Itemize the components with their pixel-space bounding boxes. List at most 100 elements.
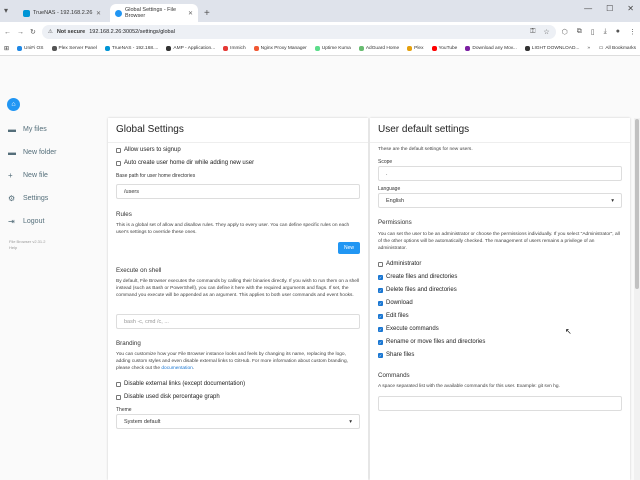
folder-icon: ▬: [8, 125, 16, 134]
help-link[interactable]: Help: [0, 245, 100, 251]
scope-input[interactable]: .: [378, 166, 622, 181]
checkbox-checked-icon[interactable]: ✓: [378, 339, 383, 345]
checkbox-checked-icon[interactable]: ✓: [378, 287, 383, 293]
menu-kebab-icon[interactable]: ⋮: [629, 28, 636, 36]
disable-disk-graph-checkbox[interactable]: Disable used disk percentage graph: [116, 392, 220, 402]
sidebar-item-settings[interactable]: ⚙ Settings: [0, 187, 100, 210]
bookmark-item[interactable]: Plex: [407, 46, 424, 51]
bookmark-item[interactable]: YouTube: [431, 46, 457, 51]
perm-edit-checkbox[interactable]: ✓ Edit files: [378, 311, 409, 321]
user-defaults-description: These are the default settings for new u…: [378, 147, 473, 152]
browser-tab-strip: ▾ TrueNAS - 192.168.2.26 ✕ Global Settin…: [0, 0, 640, 22]
key-icon[interactable]: ⚿: [530, 28, 535, 36]
theme-select[interactable]: System default ▾: [116, 414, 360, 429]
mouse-cursor-icon: ↖: [565, 327, 572, 336]
sidebar-item-logout[interactable]: ⇥ Logout: [0, 210, 100, 233]
rules-description: This is a global set of allow and disall…: [116, 223, 350, 235]
perm-delete-checkbox[interactable]: ✓ Delete files and directories: [378, 285, 457, 295]
more-bookmarks-icon[interactable]: »: [587, 46, 590, 51]
sidepanel-icon[interactable]: ▯: [591, 28, 595, 36]
bookmarks-bar: ⊞ UniFi OS Plex Server Panel TrueNAS - 1…: [0, 42, 640, 56]
minimize-icon[interactable]: —: [584, 4, 592, 13]
all-bookmarks[interactable]: ▭ All Bookmarks: [599, 46, 636, 51]
execute-shell-description: By default, File Browser executes the co…: [116, 279, 360, 298]
perm-download-checkbox[interactable]: ✓ Download: [378, 298, 413, 308]
download-icon[interactable]: ⤓: [604, 28, 607, 36]
address-bar[interactable]: ⚠ Not secure 192.168.2.26:30052/settings…: [41, 25, 556, 39]
security-label: Not secure: [56, 29, 86, 35]
bookmark-item[interactable]: AdGuard Home: [358, 46, 399, 51]
reload-icon[interactable]: ↻: [30, 28, 36, 36]
bookmark-item[interactable]: LIGHT DOWNLOAD...: [524, 46, 579, 51]
language-label: Language: [378, 186, 401, 192]
checkbox-checked-icon[interactable]: ✓: [378, 274, 383, 280]
close-window-icon[interactable]: ✕: [627, 4, 634, 13]
bookmark-item[interactable]: Download any Mov...: [465, 46, 517, 51]
folder-icon: ▭: [598, 46, 604, 51]
file-browser-logo[interactable]: ⌂: [7, 98, 20, 111]
language-select[interactable]: English ▾: [378, 193, 622, 208]
tab-truenas[interactable]: TrueNAS - 192.168.2.26 ✕: [18, 4, 106, 22]
checkbox-checked-icon[interactable]: ✓: [378, 352, 383, 358]
perm-create-checkbox[interactable]: ✓ Create files and directories: [378, 272, 457, 282]
scope-label: Scope: [378, 159, 393, 165]
checkbox-box[interactable]: [378, 261, 383, 267]
bookmark-item[interactable]: Immich: [223, 46, 246, 51]
checkbox-box[interactable]: [116, 394, 121, 400]
back-icon[interactable]: ←: [4, 29, 11, 36]
checkbox-box[interactable]: [116, 160, 121, 166]
checkbox-checked-icon[interactable]: ✓: [378, 300, 383, 306]
sidebar-item-my-files[interactable]: ▬ My files: [0, 118, 100, 141]
perm-rename-checkbox[interactable]: ✓ Rename or move files and directories: [378, 337, 485, 347]
commands-description: A space separated list with the availabl…: [378, 384, 560, 389]
documentation-link[interactable]: documentation: [161, 366, 192, 371]
profile-icon[interactable]: ●: [616, 28, 620, 36]
disable-external-links-checkbox[interactable]: Disable external links (except documenta…: [116, 379, 245, 389]
tab-title: Global Settings - File Browser: [125, 7, 177, 19]
new-tab-icon[interactable]: +: [204, 8, 210, 19]
checkbox-box[interactable]: [116, 381, 121, 387]
close-tab-icon[interactable]: ✕: [188, 10, 193, 17]
base-path-label: Base path for user home directories: [116, 173, 196, 179]
bookmark-item[interactable]: AMP - Application...: [166, 46, 215, 51]
extensions-puzzle-icon[interactable]: ⧉: [577, 28, 582, 36]
bookmark-item[interactable]: TrueNAS - 192.168....: [104, 46, 158, 51]
allow-signup-checkbox[interactable]: Allow users to signup: [116, 145, 181, 155]
perm-administrator-checkbox[interactable]: Administrator: [378, 259, 421, 269]
bookmark-item[interactable]: Uptime Kuma: [314, 46, 351, 51]
bookmark-item[interactable]: UniFi OS: [17, 46, 44, 51]
perm-share-checkbox[interactable]: ✓ Share files: [378, 350, 414, 360]
create-home-checkbox[interactable]: Auto create user home dir while adding n…: [116, 158, 254, 168]
bookmark-item[interactable]: Plex Server Panel: [51, 46, 97, 51]
bookmark-star-icon[interactable]: ☆: [543, 28, 549, 36]
forward-icon[interactable]: →: [17, 29, 24, 36]
global-settings-card: Global Settings Allow users to signup Au…: [108, 118, 368, 480]
global-settings-title: Global Settings: [116, 124, 184, 135]
shell-input[interactable]: bash -c, cmd /c, ...: [116, 314, 360, 329]
apps-grid-icon[interactable]: ⊞: [4, 45, 9, 52]
window-controls: — ☐ ✕: [584, 4, 634, 13]
commands-title: Commands: [378, 372, 410, 379]
extension-icon[interactable]: ⬡: [562, 28, 568, 36]
checkbox-box[interactable]: [116, 147, 121, 153]
sidebar: ▬ My files ▬ New folder + New file ⚙ Setting…: [0, 118, 100, 251]
bookmark-item[interactable]: Nginx Proxy Manager: [253, 46, 307, 51]
rules-title: Rules: [116, 211, 132, 218]
scrollbar-thumb[interactable]: [635, 119, 639, 289]
truenas-favicon-icon: [23, 9, 30, 17]
new-rule-button[interactable]: New: [338, 242, 360, 254]
url-text: 192.168.2.26:30052/settings/global: [89, 29, 175, 35]
tab-file-browser[interactable]: Global Settings - File Browser ✕: [110, 4, 198, 22]
maximize-icon[interactable]: ☐: [606, 4, 613, 13]
commands-input[interactable]: [378, 396, 622, 411]
base-path-input[interactable]: /users: [116, 184, 360, 199]
close-tab-icon[interactable]: ✕: [96, 10, 101, 17]
checkbox-checked-icon[interactable]: ✓: [378, 326, 383, 332]
perm-execute-checkbox[interactable]: ✓ Execute commands: [378, 324, 439, 334]
tab-search-icon[interactable]: ▾: [4, 6, 8, 15]
chevron-down-icon: ▾: [349, 418, 352, 425]
sidebar-item-new-folder[interactable]: ▬ New folder: [0, 141, 100, 164]
checkbox-checked-icon[interactable]: ✓: [378, 313, 383, 319]
sidebar-item-new-file[interactable]: + New file: [0, 164, 100, 187]
branding-description: You can customize how your File Browser …: [116, 352, 348, 371]
